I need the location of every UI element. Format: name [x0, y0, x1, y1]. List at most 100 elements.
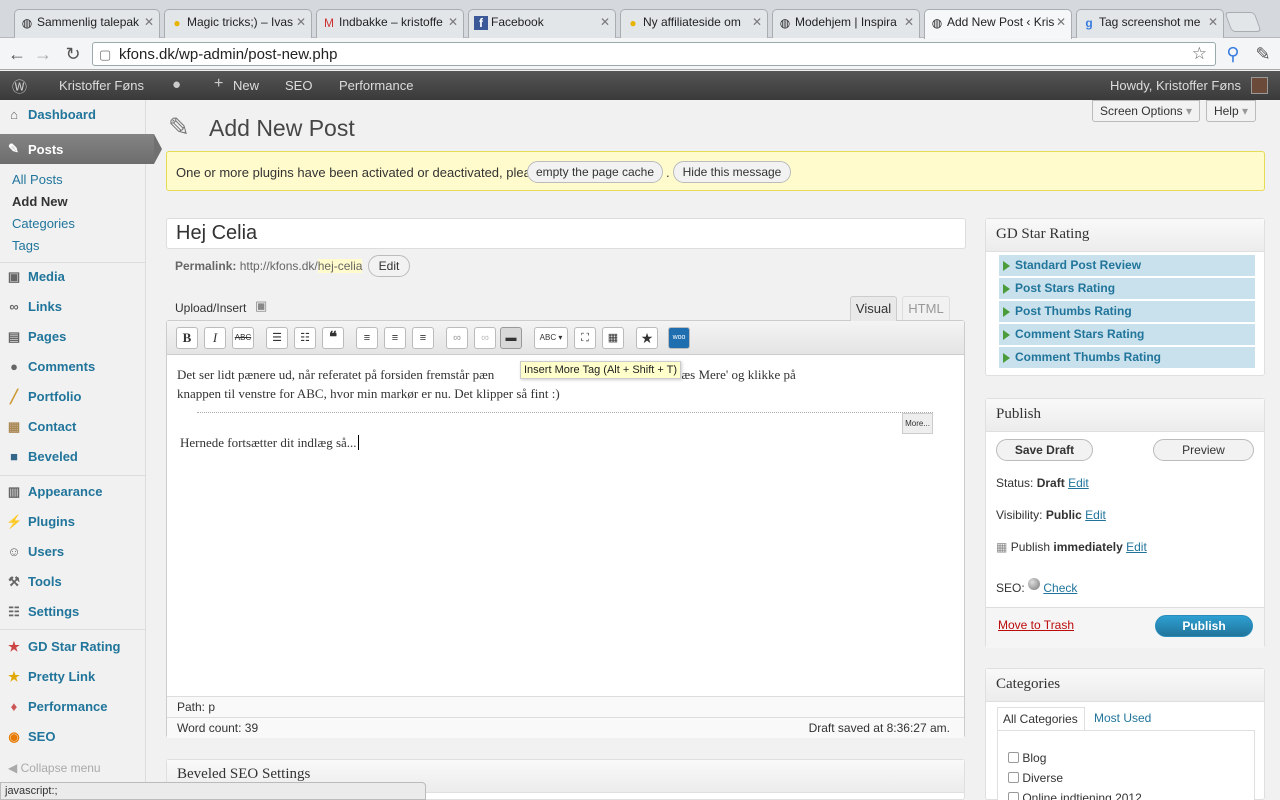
- category-item[interactable]: Diverse: [1008, 771, 1063, 785]
- browser-tab[interactable]: ◍ Sammenlig talepak ✕: [14, 9, 160, 39]
- bold-icon[interactable]: B: [176, 327, 198, 349]
- wordpress-logo-icon[interactable]: Ⓦ: [12, 76, 27, 97]
- site-name-link[interactable]: Kristoffer Føns: [59, 78, 144, 93]
- kitchen-sink-icon[interactable]: ▦: [602, 327, 624, 349]
- gd-post-stars-rating[interactable]: Post Stars Rating: [999, 278, 1255, 299]
- status-edit-link[interactable]: Edit: [1068, 476, 1089, 490]
- menu-pretty-link[interactable]: ★ Pretty Link: [0, 662, 146, 692]
- menu-beveled[interactable]: ■ Beveled: [0, 442, 146, 472]
- numbered-list-icon[interactable]: ☷: [294, 327, 316, 349]
- tab-most-used[interactable]: Most Used: [1094, 711, 1151, 725]
- visibility-edit-link[interactable]: Edit: [1085, 508, 1106, 522]
- new-content-link[interactable]: New: [233, 78, 259, 93]
- close-tab-icon[interactable]: ✕: [752, 15, 762, 29]
- close-tab-icon[interactable]: ✕: [600, 15, 610, 29]
- unlink-icon[interactable]: ∞: [474, 327, 496, 349]
- forward-arrow-icon[interactable]: →: [32, 43, 54, 65]
- tab-all-categories[interactable]: All Categories: [997, 707, 1085, 731]
- beveled-shortcode-icon[interactable]: woo: [668, 327, 690, 349]
- category-item[interactable]: Online indtjening 2012: [1008, 791, 1142, 800]
- close-tab-icon[interactable]: ✕: [448, 15, 458, 29]
- wrench-icon[interactable]: ✎: [1252, 43, 1274, 65]
- reload-icon[interactable]: ↻: [62, 43, 84, 65]
- help-button[interactable]: Help ▾: [1206, 100, 1256, 122]
- bullet-list-icon[interactable]: ☰: [266, 327, 288, 349]
- tab-html[interactable]: HTML: [902, 296, 950, 320]
- post-title-input[interactable]: Hej Celia: [166, 218, 966, 249]
- menu-comments[interactable]: ● Comments: [0, 352, 146, 382]
- menu-users[interactable]: ☺ Users: [0, 537, 146, 567]
- new-tab-button[interactable]: [1224, 12, 1262, 32]
- seo-check-link[interactable]: Check: [1043, 581, 1077, 595]
- gd-comment-stars-rating[interactable]: Comment Stars Rating: [999, 324, 1255, 345]
- preview-button[interactable]: Preview: [1153, 439, 1254, 461]
- strikethrough-icon[interactable]: ABC: [232, 327, 254, 349]
- blockquote-icon[interactable]: ❝: [322, 327, 344, 349]
- bookmark-star-icon[interactable]: ☆: [1192, 44, 1207, 64]
- submenu-add-new[interactable]: Add New: [12, 194, 68, 209]
- menu-contact[interactable]: ▦ Contact: [0, 412, 146, 442]
- menu-gd-star-rating[interactable]: ★ GD Star Rating: [0, 632, 146, 662]
- browser-tab[interactable]: ● Magic tricks;) – Ivas ✕: [164, 9, 312, 39]
- spellcheck-icon[interactable]: ABC ▾: [534, 327, 568, 349]
- browser-tab[interactable]: M Indbakke – kristoffe ✕: [316, 9, 464, 39]
- align-left-icon[interactable]: ≡: [356, 327, 378, 349]
- align-right-icon[interactable]: ≡: [412, 327, 434, 349]
- publish-button[interactable]: Publish: [1155, 615, 1253, 637]
- gd-post-thumbs-rating[interactable]: Post Thumbs Rating: [999, 301, 1255, 322]
- menu-links[interactable]: ∞ Links: [0, 292, 146, 322]
- empty-page-cache-button[interactable]: empty the page cache: [527, 161, 663, 183]
- close-tab-icon[interactable]: ✕: [1056, 15, 1066, 29]
- browser-tab[interactable]: ● Ny affiliateside om ✕: [620, 9, 768, 39]
- performance-adminbar-link[interactable]: Performance: [339, 78, 413, 93]
- browser-tab[interactable]: ◍ Modehjem | Inspira ✕: [772, 9, 920, 39]
- avatar[interactable]: [1251, 77, 1268, 94]
- gd-box-title[interactable]: GD Star Rating: [986, 219, 1264, 252]
- publish-box-title[interactable]: Publish: [986, 399, 1264, 432]
- browser-tab[interactable]: f Facebook ✕: [468, 9, 616, 39]
- save-draft-button[interactable]: Save Draft: [996, 439, 1093, 461]
- close-tab-icon[interactable]: ✕: [904, 15, 914, 29]
- url-bar[interactable]: ▢ kfons.dk/wp-admin/post-new.php ☆: [92, 42, 1216, 66]
- browser-tab-active[interactable]: ◍ Add New Post ‹ Kris ✕: [924, 9, 1072, 39]
- browser-tab[interactable]: g Tag screenshot me ✕: [1076, 9, 1224, 39]
- seo-adminbar-link[interactable]: SEO: [285, 78, 312, 93]
- publish-date-edit-link[interactable]: Edit: [1126, 540, 1147, 554]
- star-rating-shortcode-icon[interactable]: ★: [636, 327, 658, 349]
- submenu-all-posts[interactable]: All Posts: [12, 172, 63, 187]
- checkbox[interactable]: [1008, 772, 1019, 783]
- menu-tools[interactable]: ⚒ Tools: [0, 567, 146, 597]
- close-tab-icon[interactable]: ✕: [144, 15, 154, 29]
- italic-icon[interactable]: I: [204, 327, 226, 349]
- menu-pages[interactable]: ▤ Pages: [0, 322, 146, 352]
- collapse-menu-button[interactable]: ◀ Collapse menu: [8, 761, 101, 775]
- link-icon[interactable]: ∞: [446, 327, 468, 349]
- back-arrow-icon[interactable]: ←: [6, 43, 28, 65]
- add-media-icon[interactable]: ▣: [255, 298, 267, 314]
- howdy-user-link[interactable]: Howdy, Kristoffer Føns: [1110, 78, 1241, 93]
- checkbox[interactable]: [1008, 752, 1019, 763]
- menu-media[interactable]: ▣ Media: [0, 262, 146, 292]
- categories-box-title[interactable]: Categories: [986, 669, 1264, 702]
- gd-comment-thumbs-rating[interactable]: Comment Thumbs Rating: [999, 347, 1255, 368]
- extension-magnifier-icon[interactable]: ⚲: [1222, 43, 1244, 65]
- close-tab-icon[interactable]: ✕: [296, 15, 306, 29]
- menu-seo[interactable]: ◉ SEO: [0, 722, 146, 752]
- menu-settings[interactable]: ☷ Settings: [0, 597, 146, 627]
- more-tag-divider[interactable]: More...: [197, 412, 933, 434]
- submenu-tags[interactable]: Tags: [12, 238, 39, 253]
- tab-visual[interactable]: Visual: [850, 296, 897, 321]
- close-tab-icon[interactable]: ✕: [1208, 15, 1218, 29]
- screen-options-button[interactable]: Screen Options ▾: [1092, 100, 1200, 122]
- insert-more-icon[interactable]: ▬: [500, 327, 522, 349]
- menu-dashboard[interactable]: ⌂ Dashboard: [0, 100, 146, 130]
- menu-performance[interactable]: ♦ Performance: [0, 692, 146, 722]
- permalink-edit-button[interactable]: Edit: [368, 255, 410, 277]
- hide-message-button[interactable]: Hide this message: [673, 161, 791, 183]
- menu-plugins[interactable]: ⚡ Plugins: [0, 507, 146, 537]
- submenu-categories[interactable]: Categories: [12, 216, 75, 231]
- checkbox[interactable]: [1008, 792, 1019, 800]
- menu-appearance[interactable]: ▥ Appearance: [0, 477, 146, 507]
- menu-portfolio[interactable]: ╱ Portfolio: [0, 382, 146, 412]
- category-item[interactable]: Blog: [1008, 751, 1046, 765]
